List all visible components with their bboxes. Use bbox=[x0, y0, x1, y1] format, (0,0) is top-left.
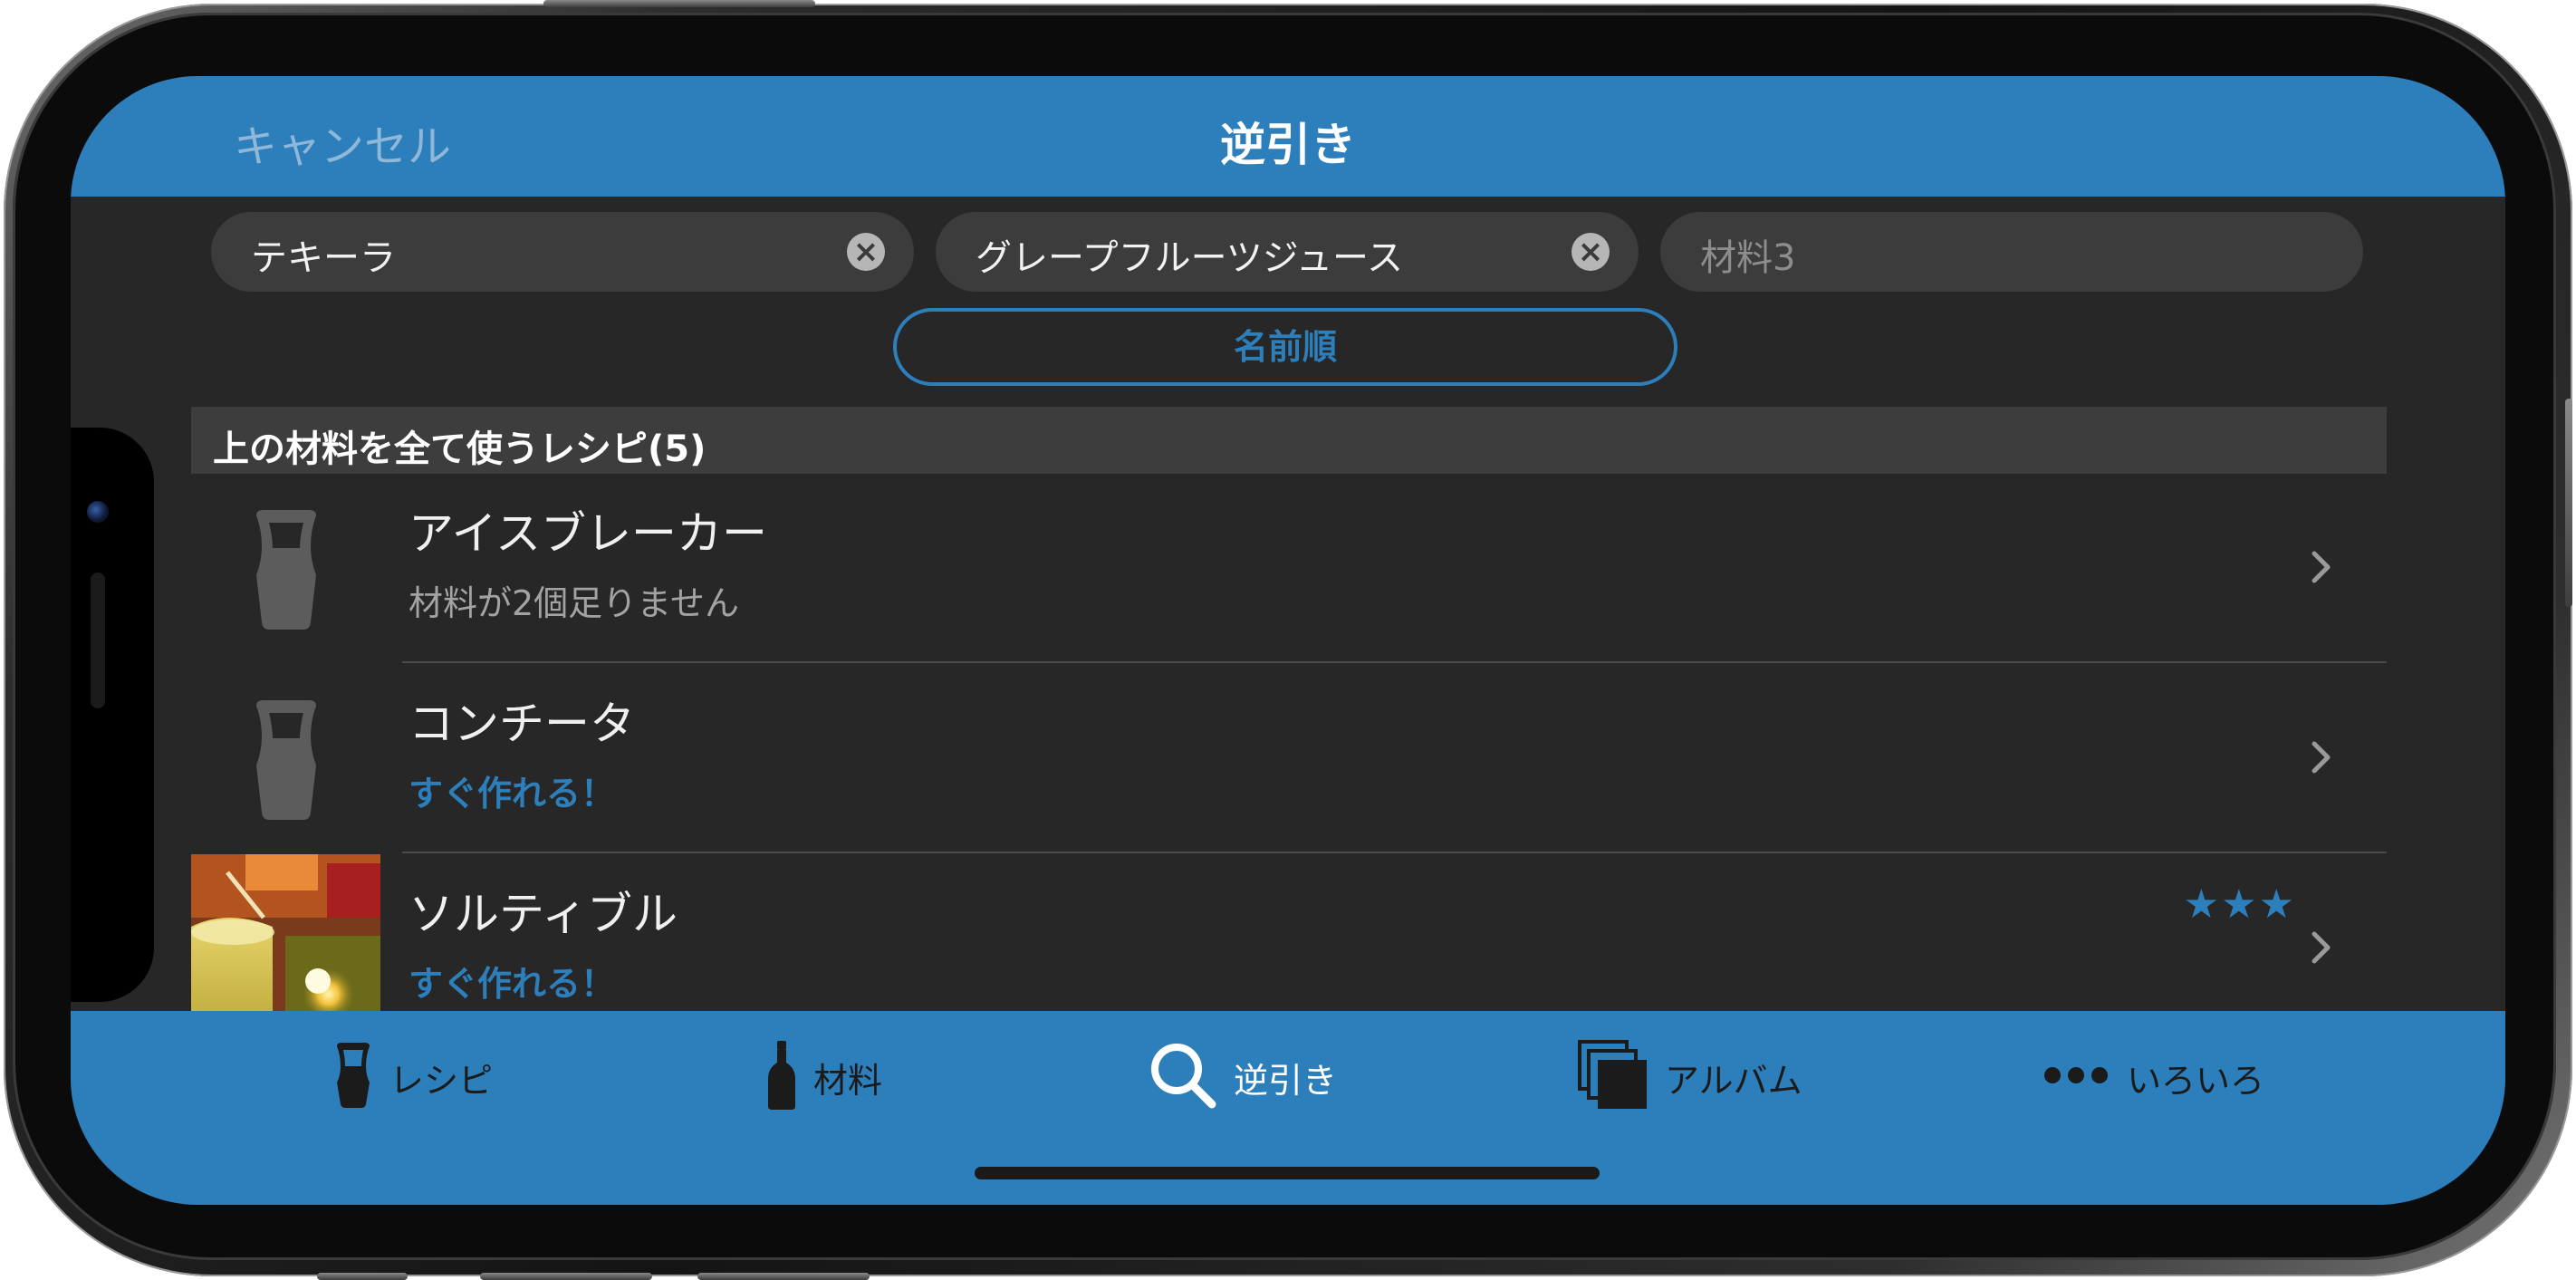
page-title: 逆引き bbox=[1220, 119, 1356, 171]
hardware-button bbox=[317, 1273, 408, 1280]
speaker-grille bbox=[91, 573, 105, 708]
ingredient-field-2-value: グレープフルーツジュース bbox=[976, 237, 1403, 279]
clear-icon[interactable]: × bbox=[847, 233, 885, 271]
clear-icon[interactable]: × bbox=[1572, 233, 1610, 271]
section-header: 上の材料を全て使うレシピ(5) bbox=[191, 407, 2387, 474]
ingredient-field-1[interactable]: テキーラ × bbox=[211, 212, 914, 292]
side-button bbox=[2565, 399, 2572, 607]
tab-label: 材料 bbox=[813, 1060, 883, 1101]
tab-label: いろいろ bbox=[2127, 1060, 2265, 1101]
recipe-status: すぐ作れる！ bbox=[409, 964, 616, 1004]
section-header-label: 上の材料を全て使うレシピ(5) bbox=[213, 428, 706, 470]
sort-order-button[interactable]: 名前順 bbox=[893, 308, 1677, 386]
tab-recipes[interactable]: レシピ bbox=[333, 1036, 493, 1118]
rating-stars: ★★★ bbox=[2183, 881, 2296, 928]
tab-label: アルバム bbox=[1665, 1060, 1802, 1101]
ingredient-field-2[interactable]: グレープフルーツジュース × bbox=[936, 212, 1639, 292]
camera-icon bbox=[87, 501, 109, 523]
tab-ingredients[interactable]: 材料 bbox=[766, 1036, 882, 1118]
ingredient-field-1-value: テキーラ bbox=[251, 237, 396, 279]
recipe-status: 材料が2個足りません bbox=[409, 583, 740, 623]
tab-label: 逆引き bbox=[1234, 1060, 1338, 1101]
volume-button bbox=[543, 0, 815, 7]
chevron-right-icon bbox=[2311, 550, 2332, 588]
more-icon bbox=[2042, 1064, 2110, 1090]
hardware-button bbox=[480, 1273, 652, 1280]
navigation-bar: キャンセル 逆引き bbox=[71, 76, 2505, 197]
tab-misc[interactable]: いろいろ bbox=[2042, 1036, 2264, 1118]
tab-label: レシピ bbox=[389, 1060, 494, 1101]
row-divider bbox=[402, 661, 2387, 663]
tab-album[interactable]: アルバム bbox=[1578, 1036, 1802, 1118]
recipe-status: すぐ作れる！ bbox=[409, 774, 616, 813]
sensor-housing bbox=[71, 428, 154, 1002]
recipe-name: ソルティブル bbox=[409, 888, 678, 940]
bottle-icon bbox=[766, 1039, 797, 1115]
ingredient-field-3[interactable]: 材料3 bbox=[1660, 212, 2363, 292]
tab-reverse-lookup[interactable]: 逆引き bbox=[1149, 1036, 1337, 1118]
screen: キャンセル 逆引き テキーラ × グレープフルーツジュース × 材料3 名前順 … bbox=[71, 76, 2505, 1205]
glass-icon bbox=[191, 664, 380, 853]
glass-icon bbox=[333, 1041, 373, 1113]
ingredient-field-3-placeholder: 材料3 bbox=[1700, 237, 1796, 279]
glass-icon bbox=[191, 474, 380, 663]
search-icon bbox=[1149, 1041, 1217, 1113]
recipe-row[interactable]: コンチータ すぐ作れる！ bbox=[191, 664, 2387, 853]
recipe-name: コンチータ bbox=[409, 698, 635, 750]
recipe-row[interactable]: アイスブレーカー 材料が2個足りません bbox=[191, 474, 2387, 663]
hardware-button bbox=[697, 1273, 870, 1280]
home-indicator bbox=[975, 1167, 1600, 1179]
album-icon bbox=[1578, 1040, 1648, 1114]
row-divider bbox=[402, 852, 2387, 853]
chevron-right-icon bbox=[2311, 740, 2332, 778]
chevron-right-icon bbox=[2311, 930, 2332, 968]
recipe-name: アイスブレーカー bbox=[409, 507, 767, 560]
